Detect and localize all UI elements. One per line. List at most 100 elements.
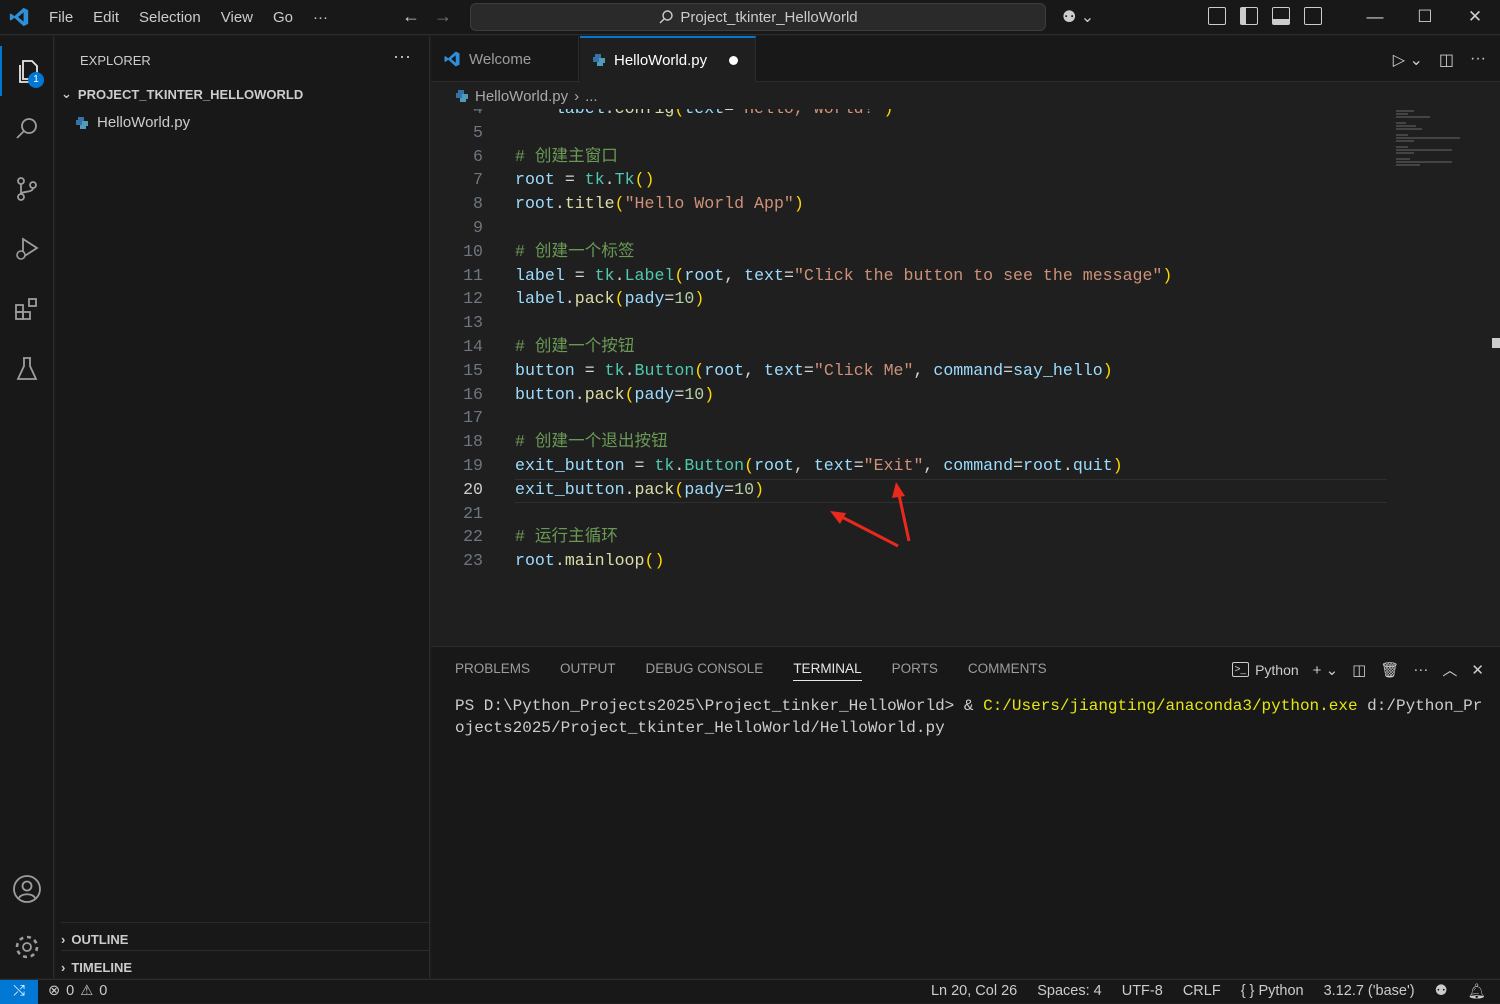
file-helloworld[interactable]: HelloWorld.py: [75, 114, 190, 131]
scrollbar-marker[interactable]: [1492, 338, 1500, 348]
python-interpreter[interactable]: 3.12.7 ('base'): [1324, 983, 1415, 1000]
manage-activity[interactable]: [0, 922, 54, 972]
maximize-panel-icon[interactable]: ︿: [1442, 659, 1457, 680]
timeline-section[interactable]: › TIMELINE: [61, 950, 430, 978]
code-line[interactable]: 20 exit_button.pack(pady=10): [431, 478, 1500, 502]
search-activity[interactable]: [0, 104, 54, 154]
tab-welcome-label: Welcome: [469, 50, 532, 68]
split-terminal-icon[interactable]: ◫: [1352, 661, 1366, 679]
line-code: root = tk.Tk(): [515, 170, 655, 190]
code-line[interactable]: 9: [431, 216, 1500, 240]
language-mode[interactable]: { } Python: [1241, 983, 1304, 1000]
cursor-position[interactable]: Ln 20, Col 26: [931, 983, 1017, 1000]
forward-arrow-icon[interactable]: →: [434, 6, 452, 27]
source-control-activity[interactable]: [0, 164, 54, 214]
line-code: label = tk.Label(root, text="Click the b…: [515, 265, 1173, 285]
close-panel-icon[interactable]: ✕: [1471, 661, 1484, 679]
split-editor-icon[interactable]: ◫: [1439, 50, 1454, 70]
minimize-icon[interactable]: —: [1350, 2, 1400, 32]
breadcrumb-file[interactable]: HelloWorld.py: [475, 88, 568, 105]
terminal-output[interactable]: PS D:\Python_Projects2025\Project_tinker…: [455, 695, 1490, 739]
breadcrumb: HelloWorld.py › ...: [431, 83, 1500, 109]
extensions-activity[interactable]: [0, 284, 54, 334]
toggle-panel-icon[interactable]: [1272, 7, 1290, 25]
indentation[interactable]: Spaces: 4: [1037, 983, 1102, 1000]
file-label: HelloWorld.py: [97, 114, 191, 131]
code-line[interactable]: 6 # 创建主窗口: [431, 145, 1500, 169]
explorer-more-icon[interactable]: ···: [393, 46, 411, 67]
unsaved-dot-icon[interactable]: [729, 55, 739, 65]
more-panel-icon[interactable]: ···: [1413, 661, 1428, 678]
status-bar: ⤭ ⊗ 0 ⚠ 0 Ln 20, Col 26 Spaces: 4 UTF-8 CR…: [0, 979, 1500, 1004]
code-line[interactable]: 13: [431, 311, 1500, 335]
code-line[interactable]: 10 # 创建一个标签: [431, 240, 1500, 264]
line-number: 7: [473, 170, 483, 190]
customize-layout-icon[interactable]: [1208, 7, 1226, 25]
problems-status[interactable]: ⊗ 0 ⚠ 0: [48, 983, 107, 999]
line-number: 19: [463, 456, 483, 475]
code-line[interactable]: 23 root.mainloop(): [431, 549, 1500, 573]
remote-indicator-icon[interactable]: ⤭: [0, 980, 38, 1004]
code-line[interactable]: 5: [431, 121, 1500, 145]
encoding[interactable]: UTF-8: [1122, 983, 1163, 1000]
command-center-search[interactable]: Project_tkinter_HelloWorld: [470, 3, 1046, 31]
code-line[interactable]: 16 button.pack(pady=10): [431, 383, 1500, 407]
code-line[interactable]: 11 label = tk.Label(root, text="Click the…: [431, 264, 1500, 288]
explorer-activity[interactable]: 1: [0, 46, 54, 96]
tab-debug-console[interactable]: DEBUG CONSOLE: [646, 661, 764, 681]
minimap[interactable]: [1394, 109, 1464, 169]
code-line[interactable]: 15 button = tk.Button(root, text="Click M…: [431, 359, 1500, 383]
copilot-status-icon[interactable]: ⚉: [1435, 983, 1448, 1000]
code-line[interactable]: 22 # 运行主循环: [431, 525, 1500, 549]
line-code: root.title("Hello World App"): [515, 194, 804, 214]
tab-ports[interactable]: PORTS: [892, 661, 938, 681]
search-icon: [16, 118, 37, 139]
copilot-icon[interactable]: ⚉ ⌄: [1062, 7, 1094, 27]
explorer-badge: 1: [28, 72, 44, 88]
code-line[interactable]: 19 exit_button = tk.Button(root, text="Ex…: [431, 454, 1500, 478]
code-line[interactable]: 21: [431, 502, 1500, 526]
tab-comments[interactable]: COMMENTS: [968, 661, 1047, 681]
terminal-shell-selector[interactable]: >_ Python: [1231, 662, 1299, 678]
back-arrow-icon[interactable]: ←: [402, 6, 420, 27]
testing-activity[interactable]: [0, 344, 54, 394]
breadcrumb-symbol[interactable]: ...: [585, 88, 598, 105]
more-actions-icon[interactable]: ···: [1470, 50, 1486, 70]
menu-edit[interactable]: Edit: [93, 9, 119, 26]
code-line[interactable]: 4 label.config(text="Hello, World!"): [431, 109, 1500, 121]
code-line[interactable]: 14 # 创建一个按钮: [431, 335, 1500, 359]
menu-view[interactable]: View: [221, 9, 253, 26]
code-line[interactable]: 12 label.pack(pady=10): [431, 287, 1500, 311]
menu-selection[interactable]: Selection: [139, 9, 201, 26]
source-control-icon: [17, 177, 37, 201]
tab-problems[interactable]: PROBLEMS: [455, 661, 530, 681]
accounts-activity[interactable]: [0, 864, 54, 914]
new-terminal-icon[interactable]: + ⌄: [1313, 661, 1339, 679]
code-line[interactable]: 18 # 创建一个退出按钮: [431, 430, 1500, 454]
chevron-down-icon: ⌄: [61, 86, 72, 101]
run-python-file-icon[interactable]: ▷ ⌄: [1393, 50, 1423, 70]
code-line[interactable]: 7 root = tk.Tk(): [431, 168, 1500, 192]
tab-helloworld[interactable]: HelloWorld.py: [580, 36, 756, 82]
toggle-primary-sidebar-icon[interactable]: [1240, 7, 1258, 25]
end-of-line[interactable]: CRLF: [1183, 983, 1221, 1000]
code-editor[interactable]: 4 label.config(text="Hello, World!")56# …: [431, 109, 1500, 645]
code-line[interactable]: 8 root.title("Hello World App"): [431, 192, 1500, 216]
toggle-secondary-sidebar-icon[interactable]: [1304, 7, 1322, 25]
tab-output[interactable]: OUTPUT: [560, 661, 616, 681]
explorer-sidebar: EXPLORER ··· ⌄ PROJECT_TKINTER_HELLOWORL…: [55, 36, 430, 978]
close-window-icon[interactable]: ✕: [1450, 2, 1500, 32]
project-folder[interactable]: ⌄ PROJECT_TKINTER_HELLOWORLD: [61, 86, 303, 102]
outline-section[interactable]: › OUTLINE: [61, 922, 430, 950]
chevron-right-icon: ›: [61, 960, 66, 975]
maximize-icon[interactable]: ☐: [1400, 2, 1450, 32]
tab-welcome[interactable]: Welcome: [431, 36, 579, 82]
trash-icon[interactable]: 🗑: [1380, 661, 1399, 679]
code-line[interactable]: 17: [431, 406, 1500, 430]
menu-more[interactable]: ···: [313, 9, 328, 26]
menu-go[interactable]: Go: [273, 9, 293, 26]
bell-icon[interactable]: 🔔︎: [1468, 983, 1486, 1000]
menu-file[interactable]: File: [49, 9, 73, 26]
tab-terminal[interactable]: TERMINAL: [793, 661, 862, 681]
run-debug-activity[interactable]: [0, 224, 54, 274]
